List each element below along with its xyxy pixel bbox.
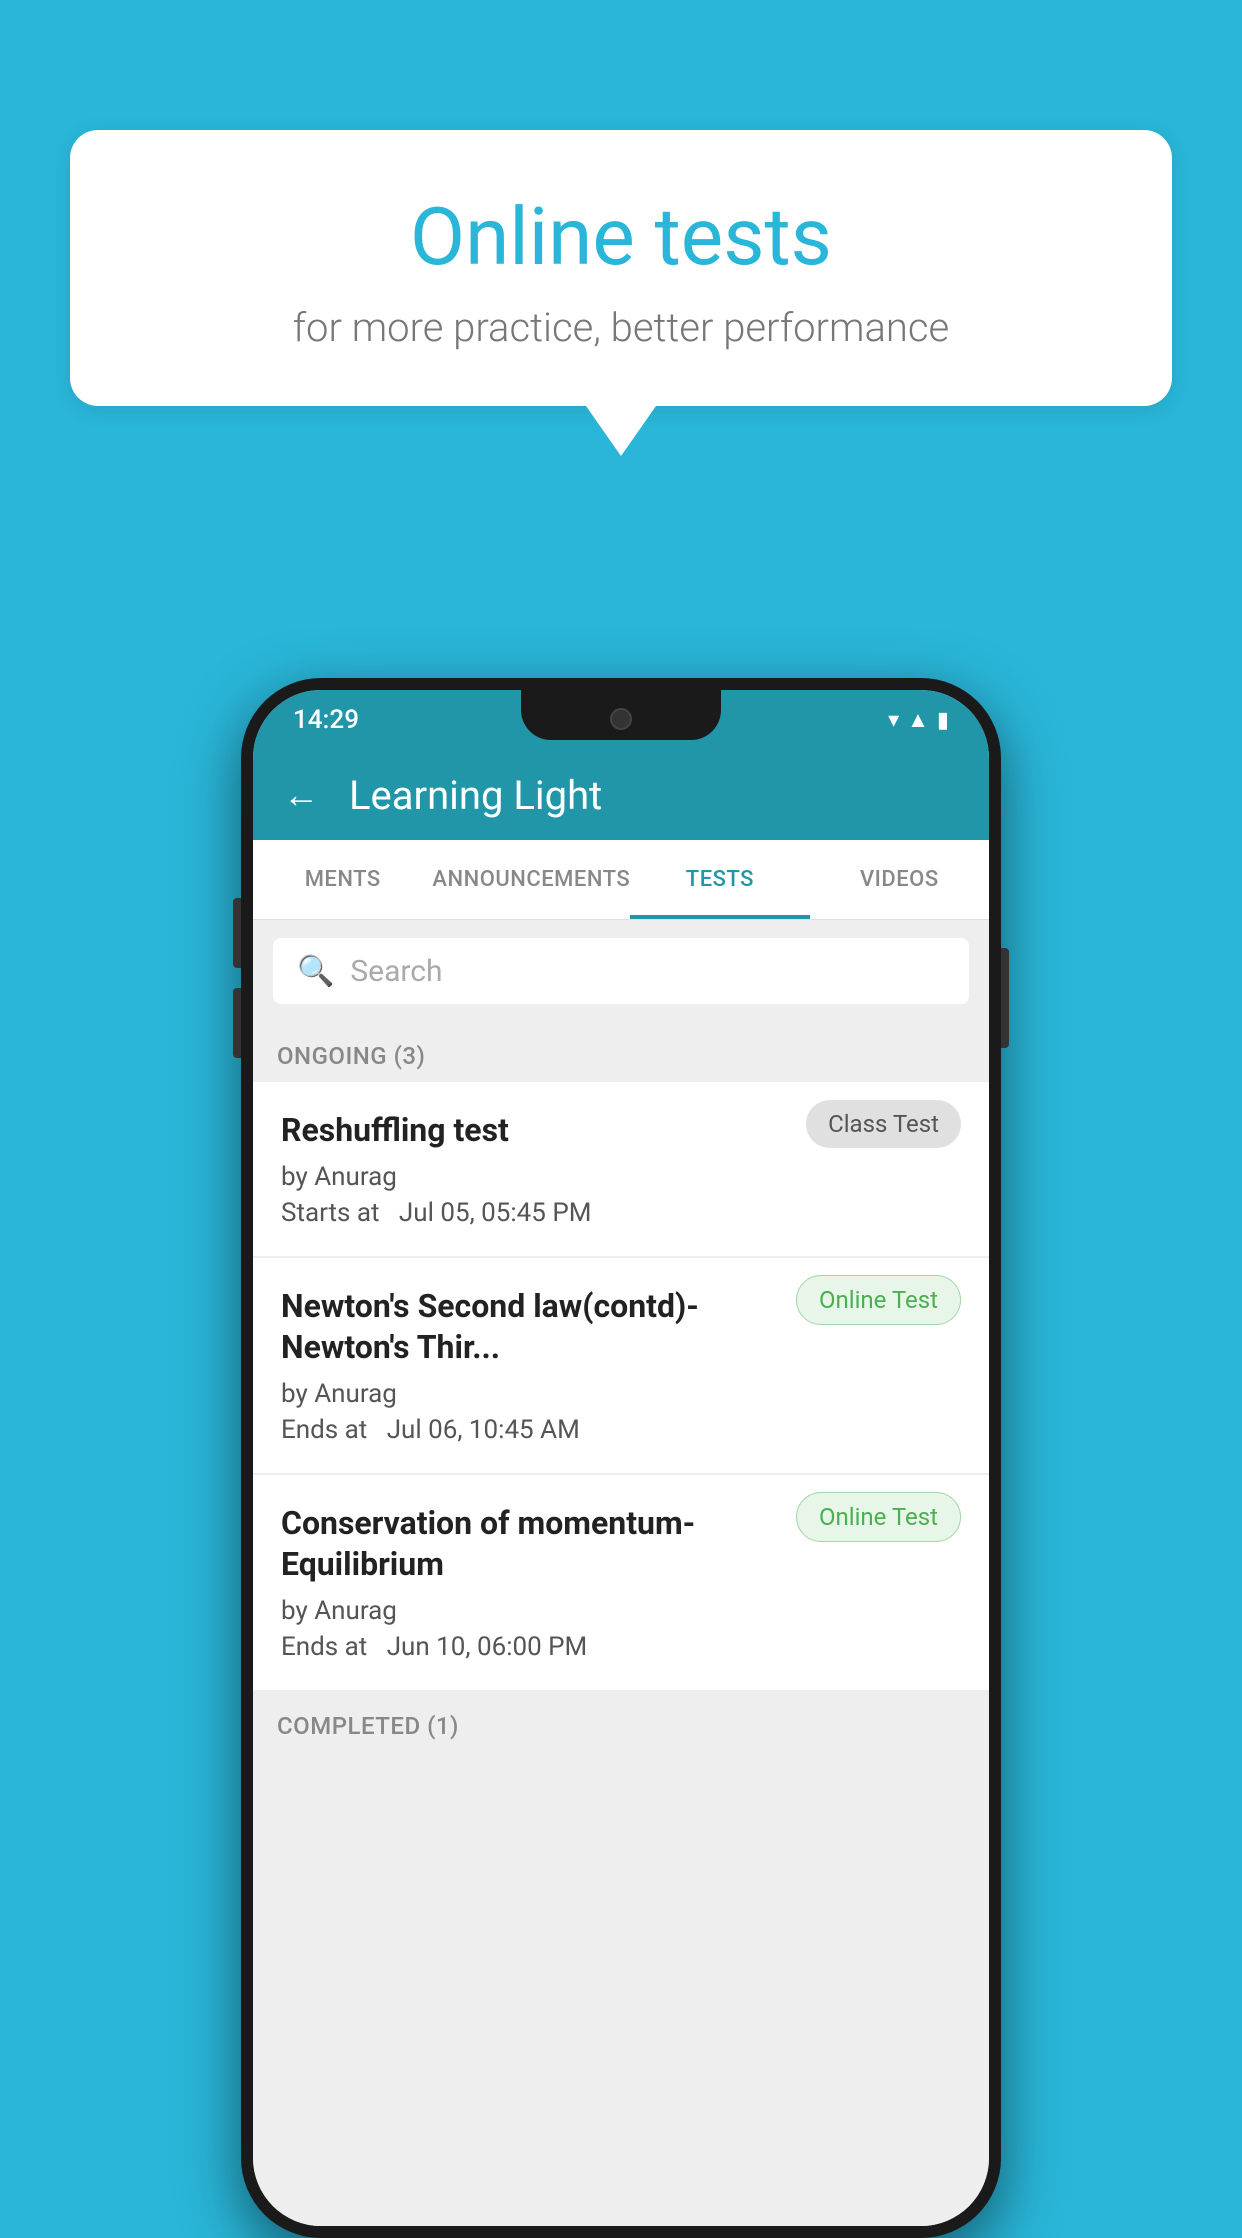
volume-down-button[interactable] (233, 988, 241, 1058)
tab-announcements[interactable]: ANNOUNCEMENTS (432, 840, 630, 919)
test-card-2-title: Newton's Second law(contd)-Newton's Thir… (281, 1286, 776, 1369)
back-button[interactable]: ← (283, 774, 319, 816)
speech-bubble: Online tests for more practice, better p… (70, 130, 1172, 406)
app-bar: ← Learning Light (253, 750, 989, 840)
tab-tests[interactable]: TESTS (630, 840, 809, 919)
tab-assignments[interactable]: MENTS (253, 840, 432, 919)
test-card-1-badge-container: Class Test (806, 1110, 961, 1138)
test-card-3-badge-container: Online Test (796, 1503, 961, 1531)
phone-notch (521, 690, 721, 740)
volume-up-button[interactable] (233, 898, 241, 968)
battery-icon: ▮ (937, 708, 949, 733)
test-card-1-time: Starts at Jul 05, 05:45 PM (281, 1198, 786, 1228)
status-icons: ▾ ▲ ▮ (888, 707, 949, 733)
test-card-1-left: Reshuffling test by Anurag Starts at Jul… (281, 1110, 786, 1228)
test-card-1-title: Reshuffling test (281, 1110, 786, 1152)
search-container: 🔍 Search (253, 920, 989, 1022)
test-card-2-time: Ends at Jul 06, 10:45 AM (281, 1415, 776, 1445)
signal-icon: ▲ (907, 707, 929, 733)
phone-screen: 14:29 ▾ ▲ ▮ ← Learning Light MENTS ANNOU… (253, 690, 989, 2226)
power-button[interactable] (1001, 948, 1009, 1048)
speech-bubble-title: Online tests (130, 190, 1112, 284)
completed-section-header: COMPLETED (1) (253, 1692, 989, 1752)
test-card-2-badge-container: Online Test (796, 1286, 961, 1314)
test-card-2-badge: Online Test (796, 1275, 961, 1325)
speech-bubble-container: Online tests for more practice, better p… (70, 130, 1172, 456)
test-card-3-badge: Online Test (796, 1492, 961, 1542)
test-card-1-badge: Class Test (806, 1100, 961, 1148)
test-card-3-left: Conservation of momentum-Equilibrium by … (281, 1503, 776, 1662)
test-card-3-author: by Anurag (281, 1596, 776, 1626)
phone-container: 14:29 ▾ ▲ ▮ ← Learning Light MENTS ANNOU… (241, 678, 1001, 2238)
test-card-1[interactable]: Reshuffling test by Anurag Starts at Jul… (253, 1082, 989, 1256)
status-time: 14:29 (293, 705, 359, 735)
search-icon: 🔍 (297, 954, 334, 989)
test-card-3-time: Ends at Jun 10, 06:00 PM (281, 1632, 776, 1662)
search-input[interactable]: Search (350, 954, 442, 989)
content-area: 🔍 Search ONGOING (3) Reshuffling test by… (253, 920, 989, 2226)
speech-bubble-subtitle: for more practice, better performance (130, 304, 1112, 351)
test-card-2-left: Newton's Second law(contd)-Newton's Thir… (281, 1286, 776, 1445)
phone-camera (610, 708, 632, 730)
test-card-3[interactable]: Conservation of momentum-Equilibrium by … (253, 1475, 989, 1690)
test-card-2-author: by Anurag (281, 1379, 776, 1409)
phone-frame: 14:29 ▾ ▲ ▮ ← Learning Light MENTS ANNOU… (241, 678, 1001, 2238)
wifi-icon: ▾ (888, 708, 899, 733)
test-card-3-title: Conservation of momentum-Equilibrium (281, 1503, 776, 1586)
tab-videos[interactable]: VIDEOS (810, 840, 989, 919)
app-bar-title: Learning Light (349, 772, 602, 819)
search-bar[interactable]: 🔍 Search (273, 938, 969, 1004)
speech-bubble-tail (586, 406, 656, 456)
ongoing-section-header: ONGOING (3) (253, 1022, 989, 1082)
tab-bar: MENTS ANNOUNCEMENTS TESTS VIDEOS (253, 840, 989, 920)
test-card-1-author: by Anurag (281, 1162, 786, 1192)
test-card-2[interactable]: Newton's Second law(contd)-Newton's Thir… (253, 1258, 989, 1473)
